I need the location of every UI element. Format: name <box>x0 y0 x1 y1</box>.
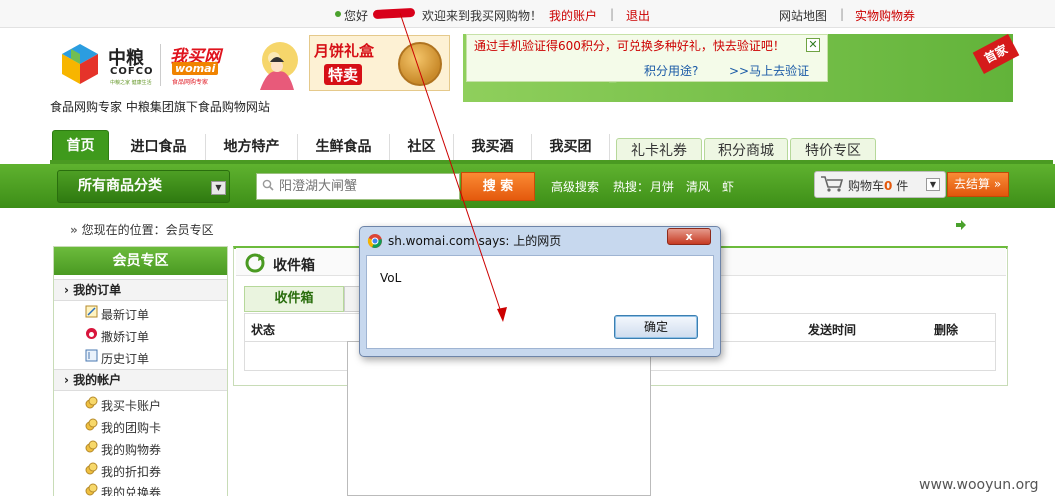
redacted-username <box>372 7 416 20</box>
breadcrumb: » 您现在的位置：会员专区 <box>70 221 214 238</box>
tab-home[interactable]: 首页 <box>52 130 109 161</box>
cart-text: 购物车 <box>848 179 885 193</box>
sidebar-item-exchange-coupons[interactable]: 我的兑换券 <box>85 484 161 496</box>
cart-label: 购物车0 件 <box>848 177 908 194</box>
page-title: 收件箱 <box>273 258 315 274</box>
tab-community[interactable]: 社区 <box>390 134 454 161</box>
hot-term-link[interactable]: 虾 <box>722 178 734 195</box>
hot-term-link[interactable]: 清风 <box>686 178 710 195</box>
sidebar-item-card-account[interactable]: 我买卡账户 <box>85 397 161 414</box>
dialog-title: sh.womai.com says: 上的网页 <box>388 234 562 248</box>
sidebar-title: 会员专区 <box>54 247 227 275</box>
chevron-down-icon[interactable]: ▼ <box>926 178 940 191</box>
mooncake-gift-banner[interactable]: 月饼礼盒 特卖 <box>309 35 450 91</box>
cofco-logo-icon[interactable] <box>58 42 102 86</box>
cart-unit: 件 <box>896 179 909 193</box>
ok-button[interactable]: 确定 <box>614 315 698 339</box>
womai-logo-english: womai <box>172 62 219 75</box>
mooncake-icon <box>398 42 442 86</box>
sidebar-section-orders[interactable]: › 我的订单 <box>54 279 227 301</box>
my-account-link[interactable]: 我的账户 <box>549 7 597 24</box>
double-chevron-icon: » <box>70 223 78 237</box>
checkout-button[interactable]: 去结算 » <box>947 172 1009 197</box>
tab-local-specialty[interactable]: 地方特产 <box>206 134 298 161</box>
top-bar: 您好 欢迎来到我买网购物！ 我的账户 | 退出 网站地图 | 实物购物券 <box>0 0 1055 28</box>
voucher-link[interactable]: 实物购物券 <box>855 7 915 24</box>
column-status: 状态 <box>251 323 276 337</box>
cofco-english: COFCO <box>110 66 154 77</box>
tab-fresh-food[interactable]: 生鲜食品 <box>298 134 390 161</box>
tab-group-buy[interactable]: 我买团 <box>532 134 610 161</box>
cart-count: 0 <box>884 179 893 193</box>
online-dot-icon <box>335 11 341 17</box>
verify-prompt-text: 通过手机验证得600积分，可兑换多种好礼，快去验证吧！ <box>474 39 785 53</box>
moon-festival-mascot-icon <box>260 42 298 90</box>
breadcrumb-text: 您现在的位置：会员专区 <box>81 223 214 237</box>
sidebar-item-vouchers[interactable]: 我的购物券 <box>85 441 161 458</box>
sidebar-section-account[interactable]: › 我的帐户 <box>54 369 227 391</box>
separator: | <box>610 7 615 21</box>
womai-tagline: 食品网购专家 <box>172 79 209 86</box>
chrome-icon <box>367 234 382 248</box>
sidebar-item-group-card[interactable]: 我的团购卡 <box>85 419 161 436</box>
tab-inbox[interactable]: 收件箱 <box>244 286 344 312</box>
dialog-message: VoL <box>380 271 402 285</box>
separator: | <box>840 7 845 21</box>
tab-outbox[interactable] <box>344 286 360 312</box>
sitemap-link[interactable]: 网站地图 <box>779 7 827 24</box>
refresh-mail-icon <box>245 253 265 273</box>
empty-dropdown-panel <box>347 341 651 496</box>
tab-imported-food[interactable]: 进口食品 <box>112 134 206 161</box>
cofco-tagline: 中粮之家 健康生活 <box>110 80 152 86</box>
banner-title: 月饼礼盒 <box>314 42 375 60</box>
tab-gift-card[interactable]: 礼卡礼券 <box>616 138 702 162</box>
category-menu-button[interactable]: 所有商品分类 <box>57 170 230 203</box>
sidebar-item-coquettish-orders[interactable]: 撒娇订单 <box>85 328 149 345</box>
search-icon <box>262 179 274 191</box>
verify-now-link[interactable]: >>马上去验证 <box>729 62 809 79</box>
tab-wine[interactable]: 我买酒 <box>454 134 532 161</box>
tab-points-mall[interactable]: 积分商城 <box>704 138 788 162</box>
hot-search-label: 热搜： <box>613 180 650 194</box>
search-input[interactable] <box>256 173 460 200</box>
tab-special-offers[interactable]: 特价专区 <box>790 138 876 162</box>
close-icon[interactable]: ✕ <box>806 38 820 52</box>
points-usage-link[interactable]: 积分用途? <box>644 62 698 79</box>
advanced-search-link[interactable]: 高级搜索 <box>551 178 599 195</box>
search-button[interactable]: 搜 索 <box>461 172 535 201</box>
sidebar-item-discount-coupons[interactable]: 我的折扣券 <box>85 463 161 480</box>
hot-term-link[interactable]: 月饼 <box>650 178 674 195</box>
welcome-text: 欢迎来到我买网购物！ <box>422 9 543 23</box>
sidebar-item-latest-orders[interactable]: 最新订单 <box>85 306 149 323</box>
chevron-down-icon[interactable]: ▼ <box>211 181 226 195</box>
site-slogan: 食品网购专家 中粮集团旗下食品购物网站 <box>50 100 270 114</box>
arrow-right-icon[interactable] <box>956 220 966 230</box>
banner-subtitle: 特卖 <box>324 64 363 85</box>
column-send-time: 发送时间 <box>808 323 857 337</box>
logo-divider <box>160 44 161 86</box>
sidebar-item-history-orders[interactable]: 历史订单 <box>85 350 149 367</box>
column-delete: 删除 <box>934 323 959 337</box>
logout-link[interactable]: 退出 <box>626 7 650 24</box>
shopping-cart-icon <box>821 176 844 192</box>
greeting: 您好 <box>344 9 369 23</box>
watermark: www.wooyun.org <box>919 477 1039 493</box>
close-button[interactable]: x <box>667 228 711 245</box>
